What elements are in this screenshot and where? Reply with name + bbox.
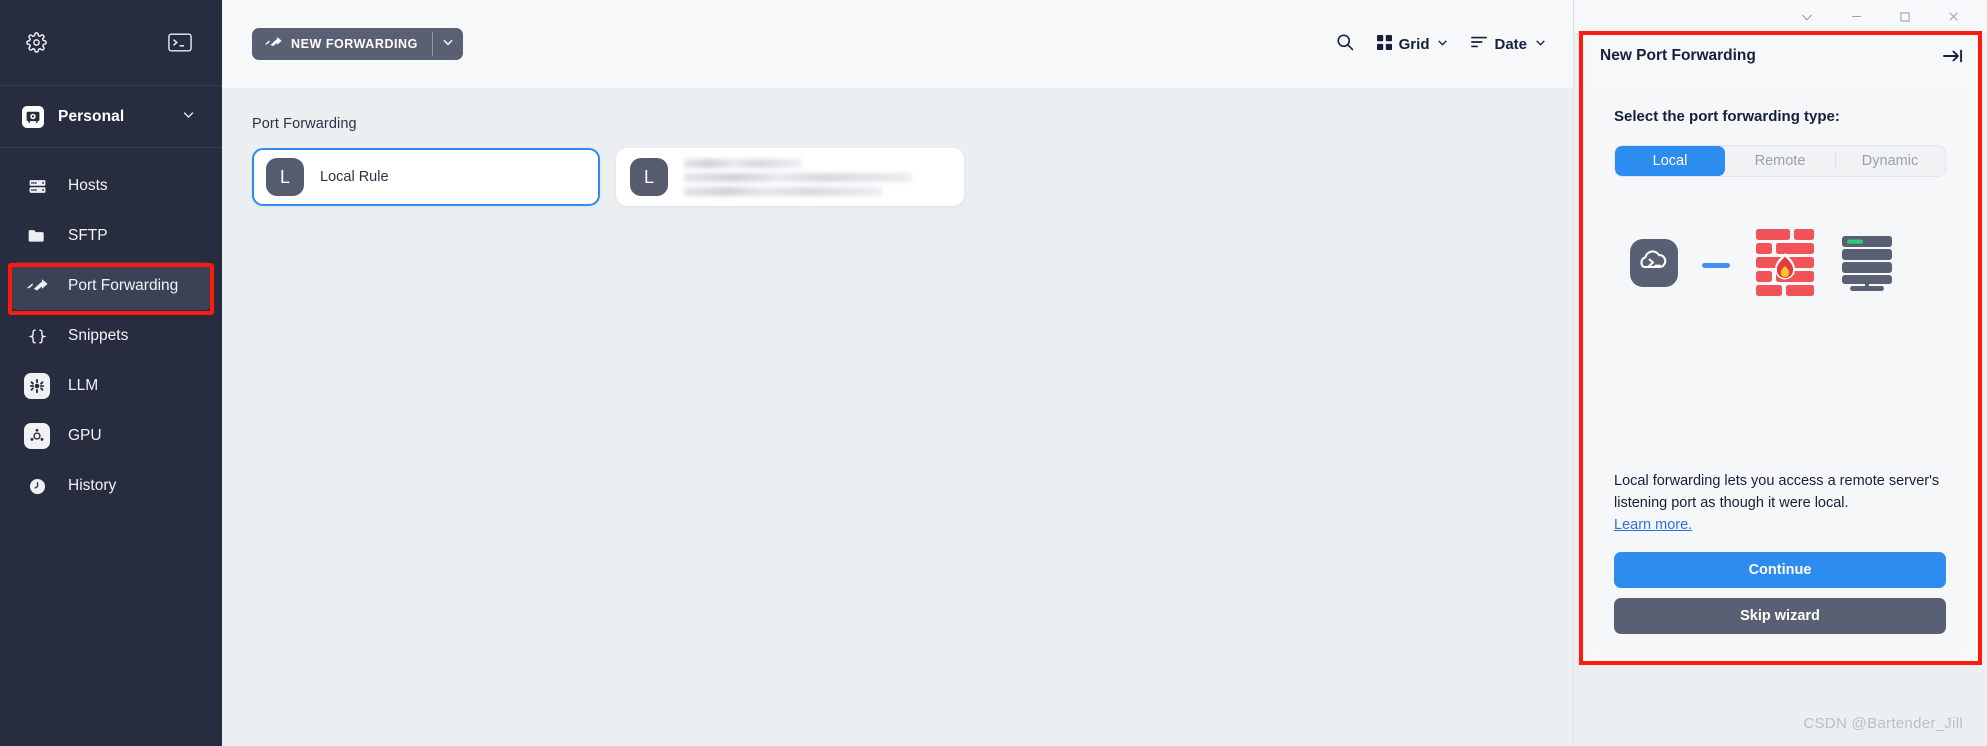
sidebar-item-gpu[interactable]: GPU (10, 412, 212, 460)
rule-card-redacted[interactable]: L (616, 148, 964, 206)
maximize-icon[interactable] (1898, 10, 1912, 24)
vault-icon (22, 105, 44, 128)
panel-title: New Port Forwarding (1600, 47, 1756, 64)
dash-connector (1702, 262, 1730, 268)
workspace-label: Personal (58, 107, 125, 125)
redacted-content (684, 158, 950, 196)
chevron-down-icon (1436, 36, 1449, 53)
sidebar-item-label: History (68, 477, 117, 494)
chevron-down-icon (441, 35, 455, 54)
folder-icon (24, 226, 50, 246)
forwarding-description: Local forwarding lets you access a remot… (1614, 470, 1946, 536)
sidebar-item-port-forwarding[interactable]: Port Forwarding (10, 262, 212, 310)
sidebar-nav: Hosts SFTP Port Forwarding Snippets LLM … (0, 148, 222, 510)
chevron-down-icon[interactable] (1799, 9, 1815, 25)
sidebar-item-label: GPU (68, 427, 102, 444)
chevron-down-icon (1534, 36, 1547, 53)
toolbar-right-group: Grid Date (1335, 32, 1547, 56)
sort-label: Date (1494, 35, 1527, 53)
rule-card-local[interactable]: L Local Rule (252, 148, 600, 206)
tab-local[interactable]: Local (1615, 146, 1725, 176)
sidebar-item-label: LLM (68, 377, 99, 394)
view-mode-button[interactable]: Grid (1376, 34, 1450, 54)
sidebar-item-history[interactable]: History (10, 462, 212, 510)
right-panel-region: New Port Forwarding Select the port forw… (1573, 0, 1987, 746)
sidebar-item-label: Hosts (68, 177, 108, 194)
main-area: NEW FORWARDING Grid Date Port Forwarding… (222, 0, 1573, 746)
avatar: L (266, 158, 304, 196)
window-controls (1574, 0, 1987, 34)
description-text: Local forwarding lets you access a remot… (1614, 472, 1940, 511)
new-forwarding-label: NEW FORWARDING (291, 37, 418, 51)
forwarding-illustration (1614, 177, 1946, 327)
forward-arrows-icon (265, 36, 282, 52)
workspace-selector[interactable]: Personal (0, 86, 222, 148)
braces-icon (24, 327, 50, 346)
section-title: Port Forwarding (252, 116, 357, 132)
terminal-icon[interactable] (168, 33, 192, 52)
grid-icon (1376, 34, 1392, 54)
redacted-line (684, 158, 802, 168)
new-port-forwarding-panel: New Port Forwarding Select the port forw… (1582, 34, 1978, 662)
firewall-brick-flame-icon (1754, 227, 1816, 304)
tab-dynamic[interactable]: Dynamic (1835, 146, 1945, 176)
sidebar-item-hosts[interactable]: Hosts (10, 162, 212, 210)
sidebar-item-label: Snippets (68, 327, 129, 344)
rule-card-list: L Local Rule L (252, 148, 1543, 206)
sidebar: Personal Hosts SFTP Port Forwarding Snip… (0, 0, 222, 746)
forwarding-type-tabs: Local Remote Dynamic (1614, 145, 1946, 177)
tab-label: Dynamic (1861, 153, 1919, 169)
chevron-down-icon[interactable] (181, 107, 196, 127)
search-button[interactable] (1335, 32, 1355, 56)
close-icon[interactable] (1946, 9, 1961, 24)
skip-wizard-button[interactable]: Skip wizard (1614, 598, 1946, 634)
gpu-icon (24, 423, 50, 449)
toolbar: NEW FORWARDING Grid Date (222, 0, 1573, 88)
avatar: L (630, 158, 668, 196)
forwarding-type-prompt: Select the port forwarding type: (1614, 108, 1840, 125)
sidebar-top-bar (0, 0, 222, 86)
app-window: Personal Hosts SFTP Port Forwarding Snip… (0, 0, 1987, 746)
rule-card-title: Local Rule (320, 169, 389, 185)
clock-icon (24, 477, 50, 496)
redacted-line (684, 186, 882, 196)
collapse-right-icon[interactable] (1942, 47, 1964, 65)
new-forwarding-button-group[interactable]: NEW FORWARDING (252, 28, 463, 60)
gear-icon[interactable] (26, 32, 47, 53)
continue-button[interactable]: Continue (1614, 552, 1946, 588)
server-rack-icon (24, 177, 50, 196)
tab-remote[interactable]: Remote (1725, 146, 1835, 176)
sidebar-item-label: SFTP (68, 227, 108, 244)
panel-header: New Port Forwarding (1582, 34, 1978, 78)
content-area: Port Forwarding L Local Rule L (222, 88, 1573, 746)
terminal-cloud-icon (1630, 238, 1678, 292)
forward-arrows-icon (24, 278, 50, 294)
panel-body: Select the port forwarding type: Local R… (1590, 88, 1970, 652)
search-icon (1335, 32, 1355, 56)
sidebar-item-sftp[interactable]: SFTP (10, 212, 212, 260)
sort-lines-icon (1471, 35, 1488, 53)
new-forwarding-button[interactable]: NEW FORWARDING (252, 28, 432, 60)
tab-label: Remote (1754, 153, 1806, 169)
learn-more-link[interactable]: Learn more. (1614, 517, 1692, 533)
llm-chip-icon (24, 373, 50, 399)
tab-label: Local (1652, 153, 1688, 169)
new-forwarding-dropdown-button[interactable] (433, 28, 463, 60)
sidebar-item-llm[interactable]: LLM (10, 362, 212, 410)
redacted-line (684, 172, 912, 182)
sort-button[interactable]: Date (1471, 35, 1547, 53)
sidebar-item-snippets[interactable]: Snippets (10, 312, 212, 360)
watermark: CSDN @Bartender_Jill (1803, 715, 1963, 732)
server-stack-icon (1840, 234, 1894, 297)
sidebar-item-label: Port Forwarding (68, 277, 179, 294)
minimize-icon[interactable] (1849, 9, 1864, 24)
view-mode-label: Grid (1398, 35, 1430, 53)
